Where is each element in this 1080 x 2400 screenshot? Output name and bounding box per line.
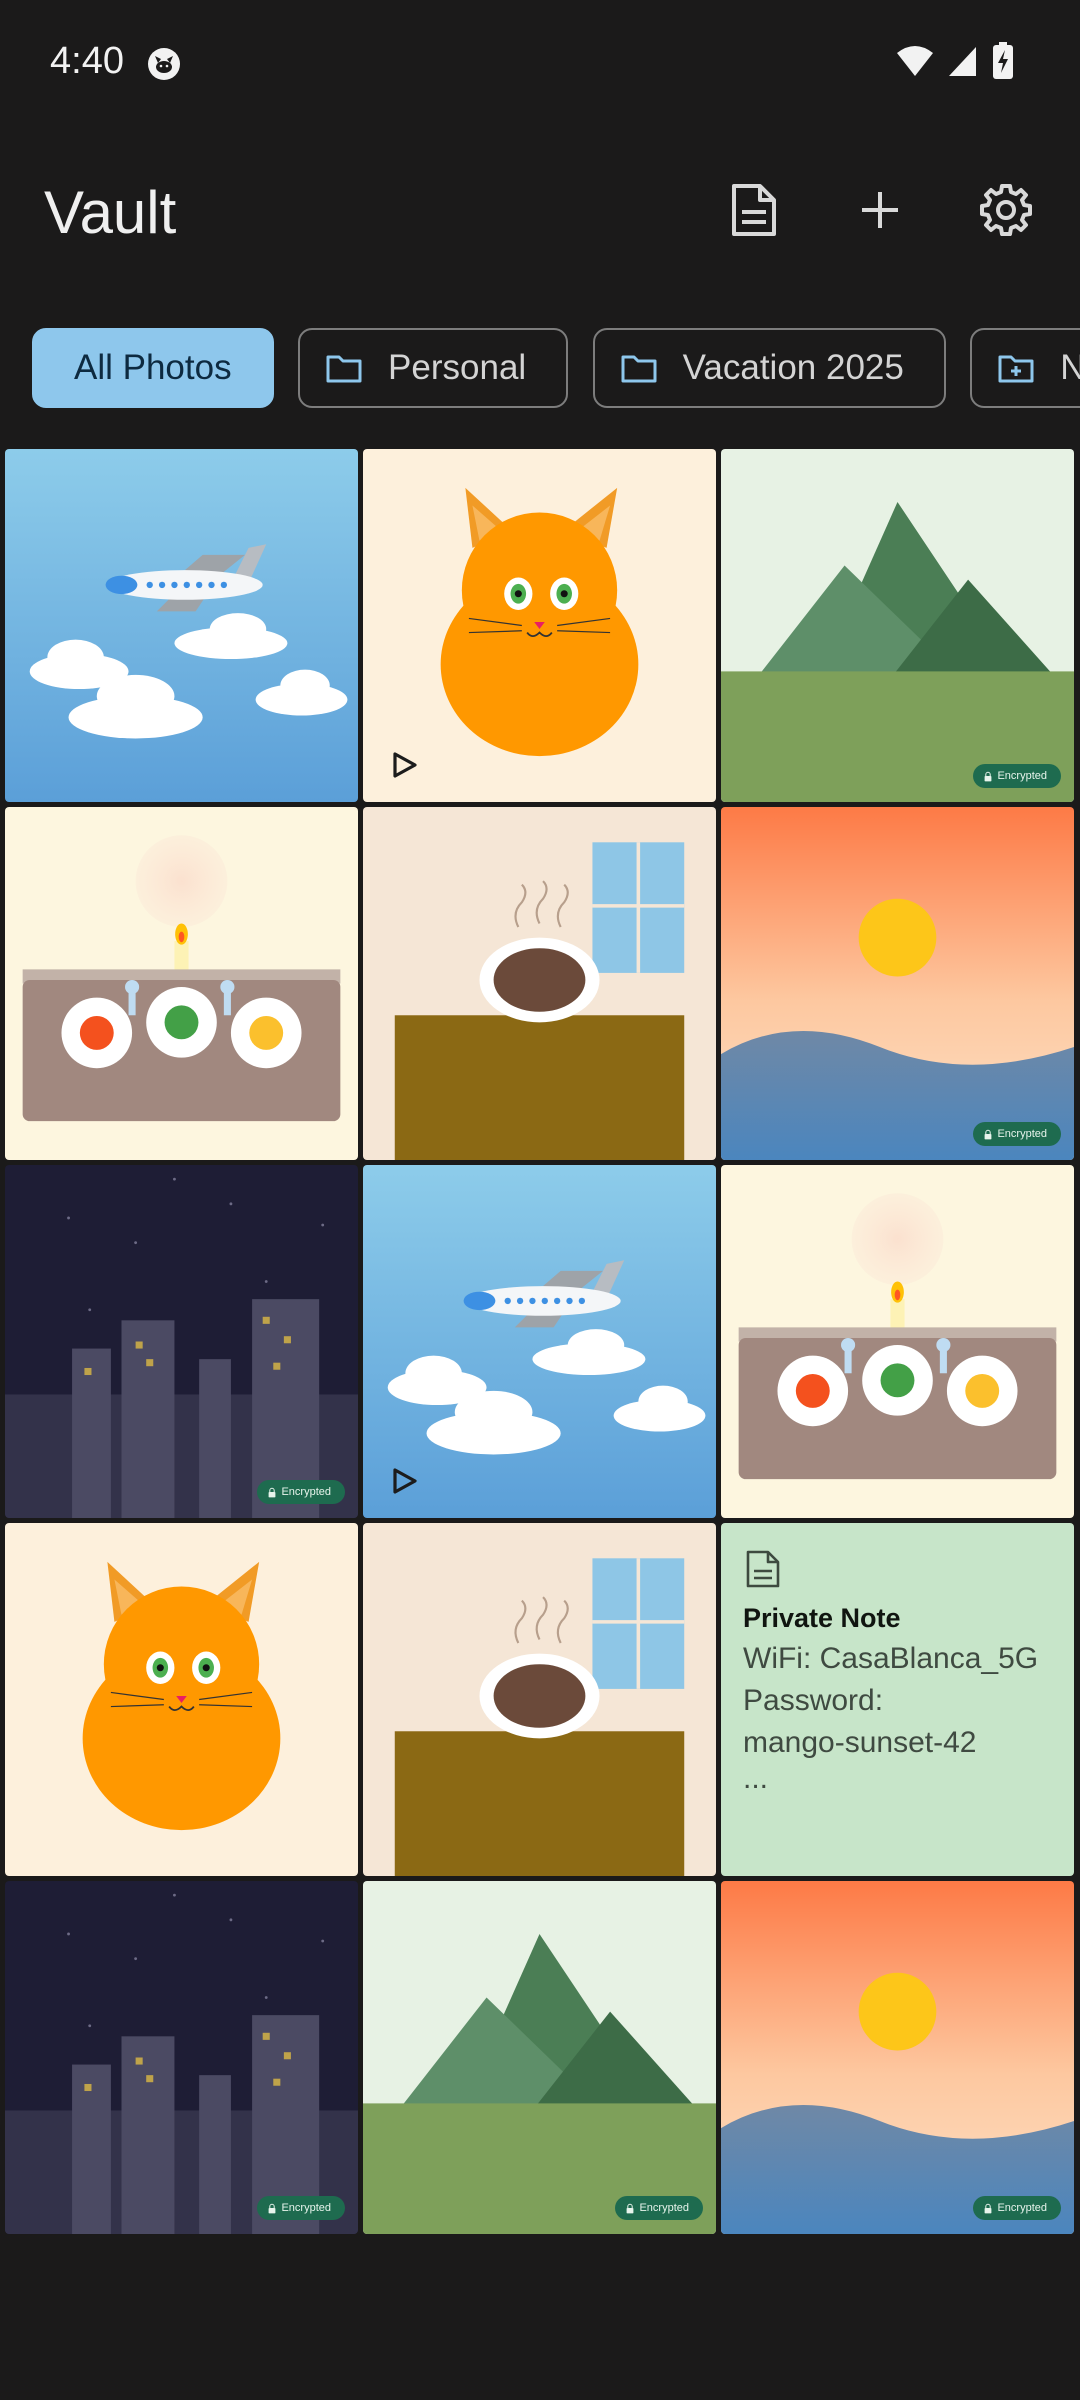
encrypted-label: Encrypted [997,1128,1047,1140]
photo-tile-mountain[interactable]: Encrypted [363,1881,716,2234]
chip-label: All Photos [74,348,232,387]
coffee-image [363,807,716,1160]
photo-tile-cake[interactable] [721,1165,1074,1518]
cellular-signal-icon [949,47,976,76]
encrypted-label: Encrypted [639,2202,689,2214]
photo-tile-mountain[interactable]: Encrypted [721,449,1074,802]
battery-charging-icon [993,42,1013,79]
lock-icon [983,1129,993,1140]
lock-icon [267,2203,277,2214]
city-night-image [5,1881,358,2234]
note-title: Private Note [743,1603,901,1633]
photo-tile-sunset[interactable]: Encrypted [721,807,1074,1160]
sunset-image [721,807,1074,1160]
video-tile-airplane[interactable] [363,1165,716,1518]
add-button[interactable] [850,180,910,240]
chip-vacation-2025[interactable]: Vacation 2025 [592,328,946,408]
note-line: mango-sunset-42 [743,1726,977,1759]
folder-icon [326,355,362,383]
chip-personal[interactable]: Personal [298,328,569,408]
status-bar: 4:40 [0,0,1080,128]
encrypted-badge: Encrypted [973,2196,1061,2220]
app-actions [724,180,1036,240]
encrypted-badge: Encrypted [973,1122,1061,1146]
chip-new-album[interactable]: N [970,328,1080,408]
city-night-image [5,1165,358,1518]
photo-tile-cat[interactable] [5,1523,358,1876]
note-preview: WiFi: CasaBlanca_5G Password: mango-suns… [743,1638,1052,1764]
chip-label: Vacation 2025 [682,348,904,387]
cat-app-icon [148,48,180,80]
lock-icon [983,771,993,782]
play-icon [387,1464,421,1498]
cat-image [5,1523,358,1876]
airplane-image [5,449,358,802]
photo-tile-city[interactable]: Encrypted [5,1165,358,1518]
encrypted-label: Encrypted [281,1486,331,1498]
note-line: WiFi: CasaBlanca_5G [743,1642,1039,1675]
note-ellipsis: ... [743,1762,769,1795]
mountain-image [363,1881,716,2234]
app-bar: Vault [0,150,1080,270]
folder-icon [621,355,657,383]
app-title: Vault [44,179,177,246]
lock-icon [625,2203,635,2214]
chip-label: N [1060,348,1080,387]
settings-button[interactable] [976,180,1036,240]
new-folder-icon [998,355,1034,383]
photo-tile-airplane[interactable] [5,449,358,802]
wifi-icon [897,46,933,76]
sunset-image [721,1881,1074,2234]
photo-tile-sunset[interactable]: Encrypted [721,1881,1074,2234]
encrypted-badge: Encrypted [973,764,1061,788]
private-note-tile[interactable]: Private Note WiFi: CasaBlanca_5G Passwor… [721,1523,1074,1876]
encrypted-badge: Encrypted [615,2196,703,2220]
note-icon [732,184,776,236]
encrypted-badge: Encrypted [257,1480,345,1504]
note-line: Password: [743,1684,884,1717]
chip-label: Personal [388,348,527,387]
gear-icon [980,184,1032,236]
birthday-cake-image [5,807,358,1160]
add-note-button[interactable] [724,180,784,240]
photo-tile-coffee[interactable] [363,807,716,1160]
chip-all-photos[interactable]: All Photos [32,328,274,408]
coffee-image [363,1523,716,1876]
encrypted-label: Encrypted [997,770,1047,782]
status-time: 4:40 [50,40,124,82]
note-icon [746,1550,780,1588]
lock-icon [983,2203,993,2214]
photo-tile-coffee[interactable] [363,1523,716,1876]
play-icon [387,748,421,782]
photo-tile-cake[interactable] [5,807,358,1160]
encrypted-label: Encrypted [281,2202,331,2214]
photo-grid: Encrypted Encrypted Encrypted Private No… [5,449,1076,2234]
photo-tile-city[interactable]: Encrypted [5,1881,358,2234]
video-tile-cat[interactable] [363,449,716,802]
birthday-cake-image [721,1165,1074,1518]
lock-icon [267,1487,277,1498]
encrypted-label: Encrypted [997,2202,1047,2214]
album-filter-chips: All Photos Personal Vacation 2025 N [32,328,1080,412]
plus-icon [862,192,898,228]
encrypted-badge: Encrypted [257,2196,345,2220]
mountain-image [721,449,1074,802]
